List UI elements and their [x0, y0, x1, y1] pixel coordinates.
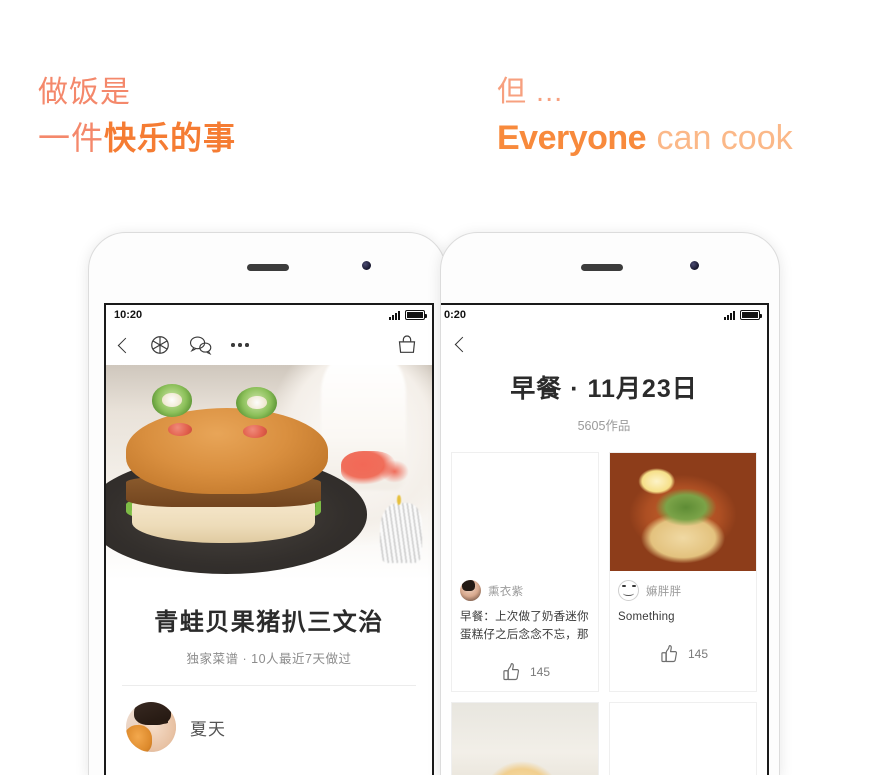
headline-left-line2-bold: 快乐的事	[104, 120, 237, 156]
earpiece-speaker	[581, 264, 623, 271]
status-time: 10:20	[114, 309, 143, 321]
headline-left-line1: 做饭是	[38, 76, 131, 109]
like-row[interactable]: 145	[452, 651, 598, 691]
status-indicators	[724, 310, 762, 320]
post-username: 熏衣紫	[488, 585, 524, 598]
page-root: 做饭是 一件快乐的事 但 ... Everyone can cook 10:20	[0, 0, 880, 775]
phone-mockup-left: 10:20 青蛙贝果猪扒三文治 独家菜谱 · 10人最近7天做过 夏天	[88, 232, 446, 775]
post-image[interactable]	[610, 703, 756, 775]
avatar[interactable]	[126, 702, 176, 752]
list-item[interactable]	[609, 701, 757, 775]
earpiece-speaker	[247, 264, 289, 271]
status-time: 0:20	[444, 309, 467, 321]
front-camera-icon	[690, 261, 699, 270]
status-bar-left: 10:20	[106, 305, 432, 325]
front-camera-icon	[362, 261, 371, 270]
screen-right: 0:20 早餐 · 11月23日 5605作品 熏衣紫 早餐：上次做了奶香迷你蛋…	[441, 303, 769, 775]
chevron-left-icon[interactable]	[117, 337, 134, 353]
list-item[interactable]: 熏衣紫 早餐：上次做了奶香迷你蛋糕仔之后念念不忘，那 145	[451, 452, 599, 692]
list-item[interactable]: 嫲胖胖 Something 145	[609, 452, 757, 692]
headline-left: 做饭是 一件快乐的事	[38, 76, 236, 155]
like-count: 145	[687, 646, 709, 661]
page-title: 早餐 · 11月23日	[510, 375, 698, 403]
like-row[interactable]: 145	[610, 633, 756, 673]
recipe-header: 青蛙贝果猪扒三文治 独家菜谱 · 10人最近7天做过	[106, 580, 432, 685]
status-bar-right: 0:20	[441, 305, 767, 325]
post-body: 嫲胖胖 Something	[610, 571, 756, 633]
thumbs-up-icon[interactable]	[500, 661, 522, 683]
ellipsis-icon[interactable]	[231, 343, 249, 347]
headline-left-line2-thin: 一件	[38, 120, 105, 156]
headline-right-line2-thin: can cook	[656, 119, 793, 157]
battery-icon	[405, 310, 427, 320]
thumbs-up-icon[interactable]	[658, 643, 680, 665]
headline-left-line2: 一件快乐的事	[38, 122, 236, 154]
signal-bars-icon	[389, 310, 400, 320]
post-user[interactable]: 熏衣紫	[460, 580, 590, 601]
author-name: 夏天	[190, 719, 226, 739]
headline-right: 但 ... Everyone can cook	[497, 76, 793, 156]
headline-right-line1: 但 ...	[497, 76, 564, 108]
status-indicators	[389, 310, 427, 320]
chevron-left-icon[interactable]	[454, 336, 471, 352]
aperture-icon[interactable]	[149, 334, 171, 356]
headline-right-line2-bold: Everyone	[497, 119, 647, 157]
nav-bar-left	[106, 325, 432, 365]
recipe-title: 青蛙贝果猪扒三文治	[154, 609, 384, 636]
recipe-hero-image	[106, 365, 432, 580]
post-text: Something	[618, 611, 675, 623]
battery-icon	[740, 310, 762, 320]
list-item[interactable]	[451, 701, 599, 775]
signal-bars-icon	[724, 310, 735, 320]
feed-grid: 熏衣紫 早餐：上次做了奶香迷你蛋糕仔之后念念不忘，那 145 嫲胖胖 Somet…	[441, 452, 767, 775]
like-count: 145	[529, 664, 551, 679]
post-image[interactable]	[452, 702, 598, 775]
nav-bar-right	[441, 325, 767, 363]
recipe-subtitle: 独家菜谱 · 10人最近7天做过	[186, 652, 352, 666]
post-text: 早餐：上次做了奶香迷你蛋糕仔之后念念不忘，那	[460, 611, 589, 641]
post-image[interactable]	[610, 453, 756, 571]
post-username: 嫲胖胖	[646, 585, 682, 598]
works-count: 5605作品	[577, 419, 631, 433]
post-image[interactable]	[452, 453, 598, 571]
post-user[interactable]: 嫲胖胖	[618, 580, 748, 601]
avatar[interactable]	[618, 580, 639, 601]
recipe-author[interactable]: 夏天	[106, 686, 432, 752]
screen-left: 10:20 青蛙贝果猪扒三文治 独家菜谱 · 10人最近7天做过 夏天	[104, 303, 434, 775]
chat-bubbles-icon[interactable]	[189, 335, 213, 355]
day-header: 早餐 · 11月23日 5605作品	[441, 363, 767, 434]
avatar[interactable]	[460, 580, 481, 601]
phone-mockup-right: 0:20 早餐 · 11月23日 5605作品 熏衣紫 早餐：上次做了奶香迷你蛋…	[440, 232, 780, 775]
post-body: 熏衣紫 早餐：上次做了奶香迷你蛋糕仔之后念念不忘，那	[452, 571, 598, 651]
shopping-basket-icon[interactable]	[396, 334, 418, 356]
headline-right-line2: Everyone can cook	[497, 121, 793, 155]
